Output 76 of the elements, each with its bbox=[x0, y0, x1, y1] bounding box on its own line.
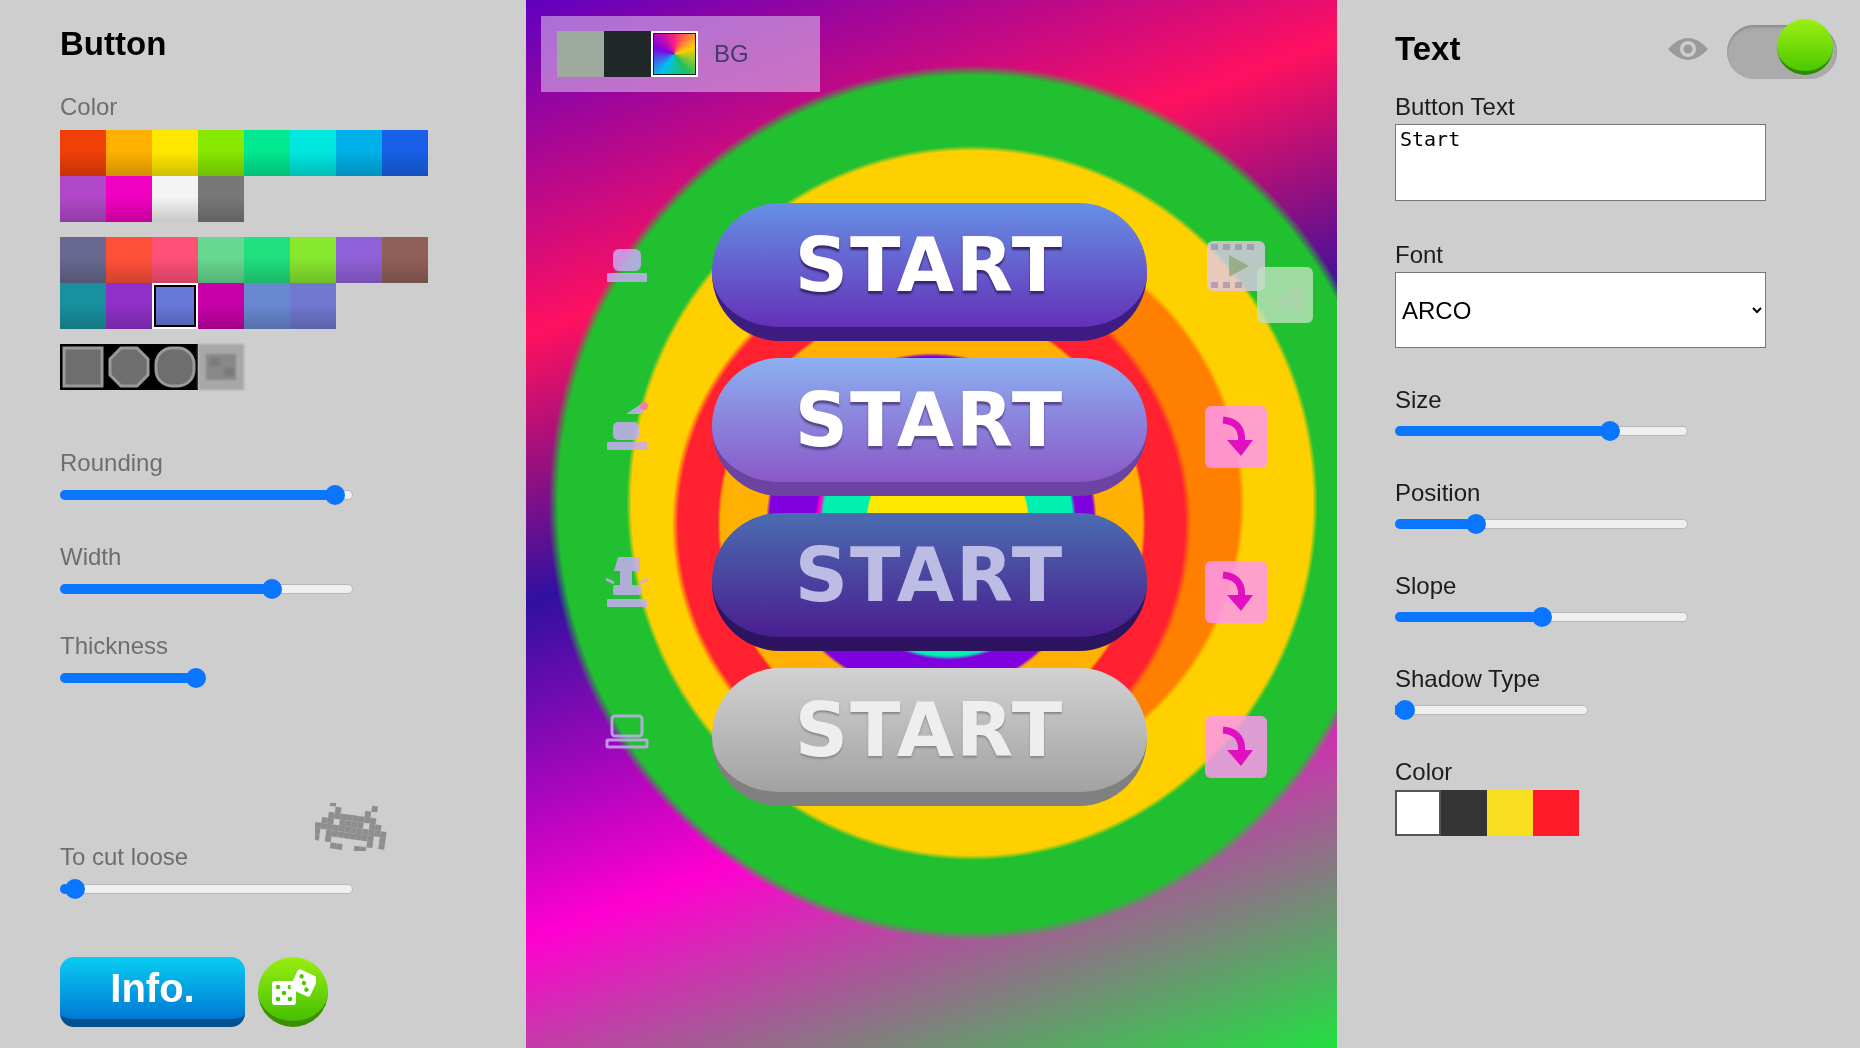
space-invader-icon bbox=[315, 803, 387, 851]
slider-thumb[interactable] bbox=[186, 668, 206, 688]
slider-thumb[interactable] bbox=[1395, 700, 1415, 720]
panel-title: Button bbox=[60, 24, 167, 64]
color-swatch[interactable] bbox=[198, 283, 244, 329]
color-swatch[interactable] bbox=[336, 130, 382, 176]
slider-label: Rounding bbox=[60, 449, 163, 477]
color-swatch[interactable] bbox=[152, 237, 198, 283]
slider-label: Slope bbox=[1395, 572, 1457, 600]
slider[interactable] bbox=[1395, 607, 1688, 627]
color-swatch[interactable] bbox=[198, 176, 244, 222]
slider-fill bbox=[60, 884, 67, 894]
section-label: Color bbox=[60, 93, 118, 121]
start-button[interactable]: START bbox=[712, 358, 1147, 496]
slider[interactable] bbox=[60, 668, 206, 688]
field-label: Button Text bbox=[1395, 93, 1515, 121]
square-shape-icon bbox=[60, 344, 106, 390]
slider-label: Thickness bbox=[60, 632, 169, 660]
color-swatch[interactable] bbox=[60, 176, 106, 222]
slider-label: Width bbox=[60, 543, 122, 571]
start-button[interactable]: START bbox=[712, 513, 1147, 651]
rounded-shape-icon bbox=[152, 344, 198, 390]
color-swatch[interactable] bbox=[244, 283, 290, 329]
slider-label: Size bbox=[1395, 386, 1442, 414]
color-swatch[interactable] bbox=[106, 283, 152, 329]
section-label: Color bbox=[1395, 758, 1453, 786]
color-swatch[interactable] bbox=[198, 130, 244, 176]
slider-label: To cut loose bbox=[60, 843, 189, 871]
slider[interactable] bbox=[60, 579, 353, 599]
color-swatch[interactable] bbox=[290, 283, 336, 329]
info-button[interactable]: Info. bbox=[60, 957, 245, 1027]
color-swatch[interactable] bbox=[382, 237, 428, 283]
color-swatch[interactable] bbox=[106, 176, 152, 222]
start-button[interactable]: START bbox=[712, 203, 1147, 341]
button-text-field[interactable]: Start bbox=[1395, 124, 1766, 201]
slider[interactable] bbox=[60, 879, 353, 899]
slider-thumb[interactable] bbox=[65, 879, 86, 899]
font-dropdown[interactable]: ARCO bbox=[1395, 272, 1766, 348]
field-label: Font bbox=[1395, 241, 1444, 269]
background-label: BG bbox=[714, 40, 749, 68]
pixel-shape-icon bbox=[198, 344, 244, 390]
color-swatch[interactable] bbox=[290, 130, 336, 176]
panel-title: Text bbox=[1395, 28, 1461, 69]
slider-label: Position bbox=[1395, 479, 1481, 507]
color-swatch[interactable] bbox=[290, 237, 336, 283]
color-swatch[interactable] bbox=[244, 130, 290, 176]
slider[interactable] bbox=[1395, 700, 1588, 720]
color-swatch[interactable] bbox=[60, 237, 106, 283]
octagon-shape-icon bbox=[106, 344, 152, 390]
slider-thumb[interactable] bbox=[324, 485, 345, 505]
color-swatch[interactable] bbox=[1533, 790, 1579, 836]
color-swatch[interactable] bbox=[152, 176, 198, 222]
slider-thumb[interactable] bbox=[1465, 514, 1486, 534]
color-swatch[interactable] bbox=[198, 237, 244, 283]
film-strip-icon bbox=[1205, 239, 1315, 325]
slider[interactable] bbox=[1395, 514, 1688, 534]
color-swatch[interactable] bbox=[382, 130, 428, 176]
color-swatch[interactable] bbox=[336, 237, 382, 283]
slider-thumb[interactable] bbox=[262, 579, 282, 599]
slider-fill bbox=[1395, 519, 1467, 529]
toggle-switch[interactable] bbox=[1727, 18, 1837, 79]
color-swatch[interactable] bbox=[106, 130, 152, 176]
color-swatch[interactable] bbox=[106, 237, 152, 283]
color-swatch[interactable] bbox=[60, 283, 106, 329]
color-swatch[interactable] bbox=[1395, 790, 1441, 836]
color-swatch[interactable] bbox=[1441, 790, 1487, 836]
color-swatch[interactable] bbox=[60, 130, 106, 176]
slider-label: Shadow Type bbox=[1395, 665, 1540, 693]
slider[interactable] bbox=[60, 485, 353, 505]
slider-thumb[interactable] bbox=[1531, 607, 1552, 627]
color-swatch[interactable] bbox=[152, 130, 198, 176]
slider-thumb[interactable] bbox=[1599, 421, 1620, 441]
color-swatch[interactable] bbox=[244, 237, 290, 283]
slider[interactable] bbox=[1395, 421, 1688, 441]
pressed-stamp-icon bbox=[603, 555, 650, 609]
color-swatch[interactable] bbox=[1487, 790, 1533, 836]
